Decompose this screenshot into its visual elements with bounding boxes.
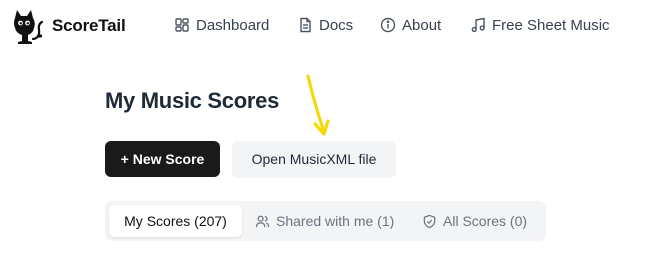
users-icon bbox=[255, 215, 270, 227]
nav-about[interactable]: About bbox=[380, 15, 441, 35]
nav-dashboard-label: Dashboard bbox=[196, 16, 270, 34]
brand-name: ScoreTail bbox=[52, 16, 126, 35]
score-tabs: My Scores (207) Shared with me (1) All S… bbox=[105, 201, 546, 241]
shield-icon bbox=[423, 214, 436, 228]
page: ScoreTail Dashboard Docs About Free Shee… bbox=[0, 0, 654, 256]
music-note-icon bbox=[471, 17, 485, 33]
nav-docs[interactable]: Docs bbox=[297, 15, 353, 35]
page-title: My Music Scores bbox=[105, 88, 280, 113]
annotation-arrow-icon bbox=[306, 74, 330, 136]
nav-free-sheet-music-label: Free Sheet Music bbox=[492, 16, 610, 34]
nav-about-label: About bbox=[402, 16, 442, 34]
tab-shared-with-me[interactable]: Shared with me (1) bbox=[245, 205, 404, 237]
new-score-button[interactable]: + New Score bbox=[105, 141, 220, 177]
document-icon bbox=[300, 17, 311, 33]
dashboard-icon bbox=[175, 18, 189, 32]
info-icon bbox=[380, 17, 396, 33]
open-musicxml-file-button[interactable]: Open MusicXML file bbox=[232, 141, 396, 177]
tab-my-scores[interactable]: My Scores (207) bbox=[109, 205, 242, 237]
cat-logo-icon bbox=[14, 10, 44, 44]
nav-free-sheet-music[interactable]: Free Sheet Music bbox=[470, 15, 610, 35]
tab-shared-with-me-label: Shared with me (1) bbox=[276, 213, 395, 229]
tab-my-scores-label: My Scores (207) bbox=[124, 213, 227, 229]
nav-docs-label: Docs bbox=[319, 16, 354, 34]
brand-link[interactable]: ScoreTail bbox=[6, 6, 126, 46]
tab-all-scores[interactable]: All Scores (0) bbox=[412, 205, 537, 237]
nav-dashboard[interactable]: Dashboard bbox=[174, 15, 269, 35]
tab-all-scores-label: All Scores (0) bbox=[443, 213, 528, 229]
navbar: ScoreTail Dashboard Docs About Free Shee… bbox=[0, 0, 654, 50]
